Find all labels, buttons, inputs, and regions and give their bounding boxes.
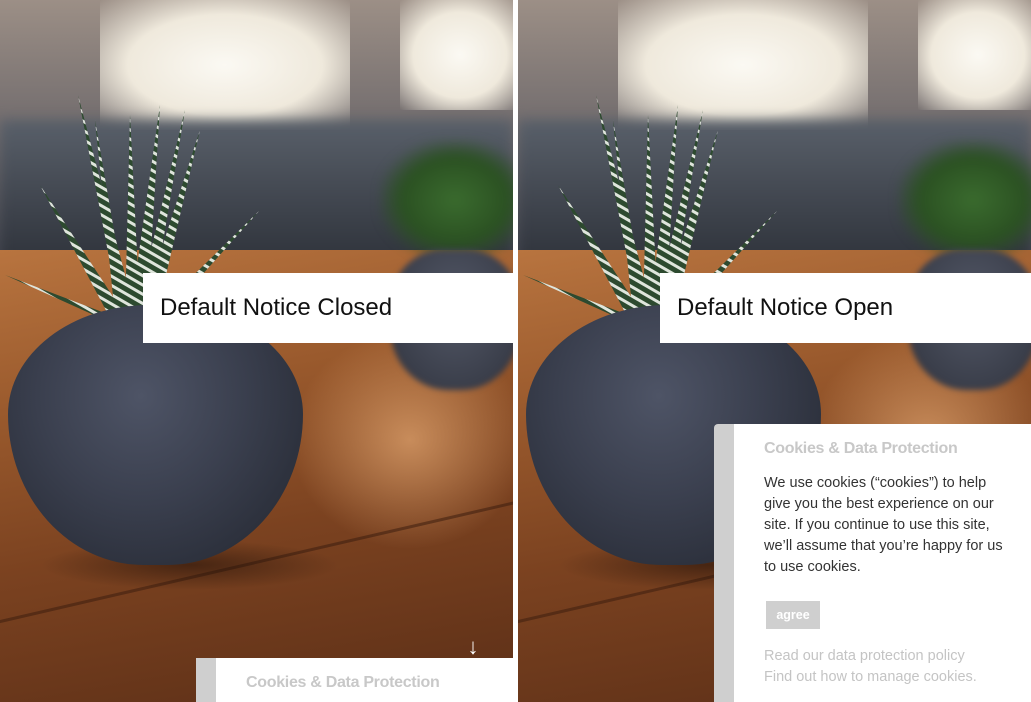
cookie-notice-title: Cookies & Data Protection — [246, 674, 440, 691]
cookie-notice-title: Cookies & Data Protection — [764, 440, 958, 457]
data-protection-policy-link[interactable]: Read our data protection policy — [764, 648, 965, 664]
agree-button[interactable]: agree — [766, 601, 820, 629]
panel-notice-open: Default Notice Open Cookies & Data Prote… — [518, 0, 1031, 702]
cookie-notice-expanded: Cookies & Data Protection We use cookies… — [714, 424, 1031, 702]
panel-label: Default Notice Closed — [160, 294, 393, 321]
cookie-notice-collapsed[interactable]: Cookies & Data Protection — [196, 658, 513, 702]
cookie-notice-body: We use cookies (“cookies”) to help give … — [764, 475, 1003, 575]
label-card: Default Notice Open — [660, 273, 1031, 343]
background-photo — [0, 0, 513, 702]
arrow-down-icon[interactable]: ↓ — [462, 636, 484, 658]
panel-label: Default Notice Open — [677, 294, 894, 321]
label-card: Default Notice Closed — [143, 273, 513, 343]
manage-cookies-link[interactable]: Find out how to manage cookies. — [764, 669, 977, 685]
panel-notice-closed: Default Notice Closed ↓ Cookies & Data P… — [0, 0, 513, 702]
